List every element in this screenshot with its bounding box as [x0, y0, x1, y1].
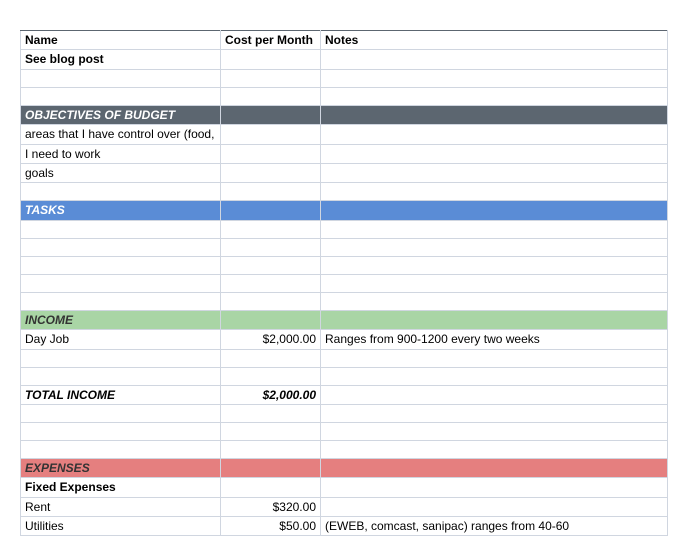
- empty-row[interactable]: [21, 292, 668, 310]
- section-tasks: TASKS: [21, 201, 668, 220]
- empty-row[interactable]: [21, 404, 668, 422]
- objectives-line2[interactable]: I need to work: [21, 144, 668, 163]
- expenses-utilities[interactable]: Utilities $50.00 (EWEB, comcast, sanipac…: [21, 517, 668, 536]
- section-objectives-label: OBJECTIVES OF BUDGET: [21, 105, 221, 124]
- empty-row[interactable]: [21, 87, 668, 105]
- empty-row[interactable]: [21, 274, 668, 292]
- section-income: INCOME: [21, 310, 668, 329]
- cell-see-blog[interactable]: See blog post: [21, 50, 221, 69]
- section-income-label: INCOME: [21, 310, 221, 329]
- budget-spreadsheet[interactable]: Name Cost per Month Notes See blog post …: [20, 30, 668, 536]
- empty-row[interactable]: [21, 349, 668, 367]
- header-name: Name: [21, 31, 221, 50]
- empty-row[interactable]: [21, 69, 668, 87]
- income-dayjob[interactable]: Day Job $2,000.00 Ranges from 900-1200 e…: [21, 330, 668, 349]
- empty-row[interactable]: [21, 183, 668, 201]
- section-expenses: EXPENSES: [21, 458, 668, 477]
- section-objectives: OBJECTIVES OF BUDGET: [21, 105, 668, 124]
- empty-row[interactable]: [21, 220, 668, 238]
- empty-row[interactable]: [21, 367, 668, 385]
- objectives-line1[interactable]: areas that I have control over (food,: [21, 125, 668, 144]
- header-notes: Notes: [321, 31, 668, 50]
- empty-row[interactable]: [21, 256, 668, 274]
- objectives-line3[interactable]: goals: [21, 163, 668, 182]
- section-tasks-label: TASKS: [21, 201, 221, 220]
- row-see-blog[interactable]: See blog post: [21, 50, 668, 69]
- expenses-fixed[interactable]: Fixed Expenses: [21, 478, 668, 497]
- income-total[interactable]: TOTAL INCOME $2,000.00: [21, 385, 668, 404]
- empty-row[interactable]: [21, 422, 668, 440]
- header-row: Name Cost per Month Notes: [21, 31, 668, 50]
- empty-row[interactable]: [21, 440, 668, 458]
- section-expenses-label: EXPENSES: [21, 458, 221, 477]
- empty-row[interactable]: [21, 238, 668, 256]
- header-cost: Cost per Month: [221, 31, 321, 50]
- expenses-rent[interactable]: Rent $320.00: [21, 497, 668, 516]
